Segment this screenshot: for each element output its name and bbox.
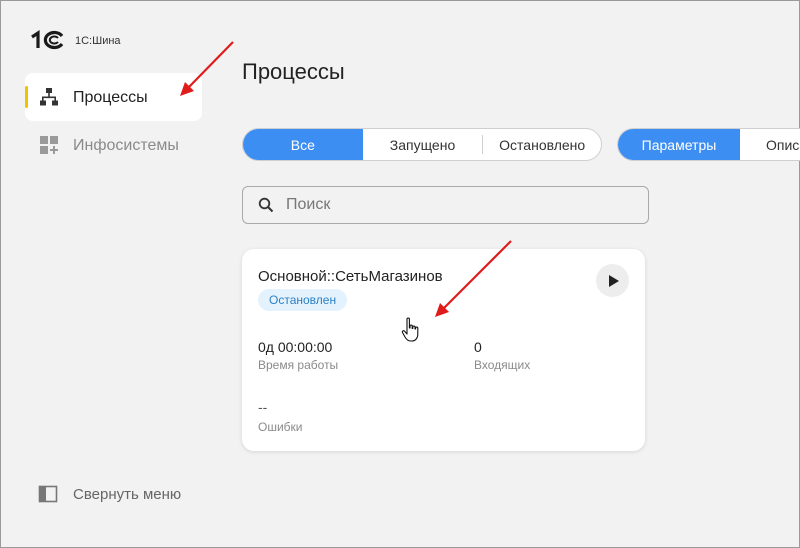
tab-stopped[interactable]: Остановлено: [483, 129, 601, 160]
uptime-value: 0д 00:00:00: [258, 339, 333, 355]
collapse-menu-button[interactable]: Свернуть меню: [38, 484, 181, 504]
errors-label: Ошибки: [258, 420, 303, 434]
start-process-button[interactable]: [596, 264, 629, 297]
sidebar-collapse-icon: [38, 485, 58, 503]
incoming-value: 0: [474, 339, 482, 355]
sidebar-item-label: Процессы: [73, 89, 148, 106]
app-logo: 1С:Шина: [29, 29, 121, 51]
1c-logo-icon: [31, 30, 64, 50]
collapse-menu-label: Свернуть меню: [73, 485, 182, 503]
tab-description[interactable]: Описа: [740, 129, 800, 160]
errors-value: --: [258, 399, 268, 415]
view-switch: Параметры Описа: [617, 128, 800, 161]
tab-running[interactable]: Запущено: [363, 129, 483, 160]
status-filter: Все Запущено Остановлено: [242, 128, 602, 161]
sidebar-item-label: Инфосистемы: [73, 137, 179, 154]
apps-grid-icon: [40, 136, 58, 154]
search-input[interactable]: [286, 196, 626, 214]
incoming-label: Входящих: [474, 358, 531, 372]
tab-parameters[interactable]: Параметры: [618, 129, 740, 160]
search-box[interactable]: [242, 186, 649, 224]
process-name: Основной::СетьМагазинов: [258, 268, 443, 285]
page-title: Процессы: [242, 59, 345, 84]
app-name: 1С:Шина: [75, 35, 121, 47]
status-badge: Остановлен: [258, 289, 348, 311]
process-tree-icon: [40, 88, 58, 106]
hand-cursor-icon: [401, 317, 419, 342]
sidebar-item-infosystems[interactable]: Инфосистемы: [25, 121, 202, 169]
sidebar-item-processes[interactable]: Процессы: [25, 73, 202, 121]
uptime-label: Время работы: [258, 358, 339, 372]
search-icon: [258, 197, 274, 213]
play-icon: [608, 274, 619, 287]
process-card[interactable]: Основной::СетьМагазинов Остановлен 0д 00…: [242, 249, 645, 451]
tab-all[interactable]: Все: [243, 129, 363, 160]
